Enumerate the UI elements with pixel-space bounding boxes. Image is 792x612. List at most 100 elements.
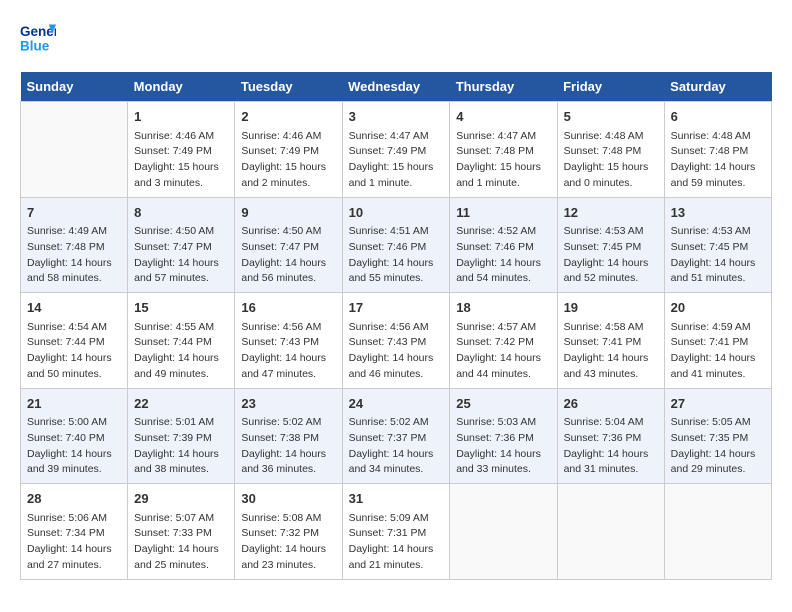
day-detail: Sunrise: 5:05 AMSunset: 7:35 PMDaylight:… xyxy=(671,415,765,478)
day-detail: Sunrise: 4:46 AMSunset: 7:49 PMDaylight:… xyxy=(134,129,228,192)
sunrise-text: Sunrise: 5:02 AM xyxy=(349,415,444,431)
sunset-text: Sunset: 7:35 PM xyxy=(671,431,765,447)
calendar-cell: 3Sunrise: 4:47 AMSunset: 7:49 PMDaylight… xyxy=(342,102,450,198)
sunrise-text: Sunrise: 5:02 AM xyxy=(241,415,335,431)
sunset-text: Sunset: 7:34 PM xyxy=(27,526,121,542)
sunset-text: Sunset: 7:32 PM xyxy=(241,526,335,542)
calendar-cell: 21Sunrise: 5:00 AMSunset: 7:40 PMDayligh… xyxy=(21,388,128,484)
day-number: 31 xyxy=(349,489,444,509)
day-number: 28 xyxy=(27,489,121,509)
calendar-cell: 16Sunrise: 4:56 AMSunset: 7:43 PMDayligh… xyxy=(235,293,342,389)
dow-header-thursday: Thursday xyxy=(450,72,557,102)
sunset-text: Sunset: 7:46 PM xyxy=(349,240,444,256)
daylight-text: Daylight: 15 hours and 1 minute. xyxy=(349,160,444,192)
daylight-text: Daylight: 14 hours and 49 minutes. xyxy=(134,351,228,383)
sunrise-text: Sunrise: 4:56 AM xyxy=(349,320,444,336)
calendar-cell xyxy=(557,484,664,580)
dow-header-monday: Monday xyxy=(128,72,235,102)
sunset-text: Sunset: 7:36 PM xyxy=(456,431,550,447)
sunrise-text: Sunrise: 5:06 AM xyxy=(27,511,121,527)
sunset-text: Sunset: 7:44 PM xyxy=(27,335,121,351)
calendar-cell: 7Sunrise: 4:49 AMSunset: 7:48 PMDaylight… xyxy=(21,197,128,293)
daylight-text: Daylight: 14 hours and 56 minutes. xyxy=(241,256,335,288)
sunrise-text: Sunrise: 4:47 AM xyxy=(456,129,550,145)
daylight-text: Daylight: 15 hours and 1 minute. xyxy=(456,160,550,192)
calendar-cell: 29Sunrise: 5:07 AMSunset: 7:33 PMDayligh… xyxy=(128,484,235,580)
sunrise-text: Sunrise: 4:58 AM xyxy=(564,320,658,336)
day-number: 26 xyxy=(564,394,658,414)
sunset-text: Sunset: 7:48 PM xyxy=(456,144,550,160)
daylight-text: Daylight: 14 hours and 57 minutes. xyxy=(134,256,228,288)
sunrise-text: Sunrise: 4:46 AM xyxy=(241,129,335,145)
day-detail: Sunrise: 5:08 AMSunset: 7:32 PMDaylight:… xyxy=(241,511,335,574)
sunrise-text: Sunrise: 4:54 AM xyxy=(27,320,121,336)
day-detail: Sunrise: 5:01 AMSunset: 7:39 PMDaylight:… xyxy=(134,415,228,478)
sunrise-text: Sunrise: 4:59 AM xyxy=(671,320,765,336)
day-detail: Sunrise: 4:48 AMSunset: 7:48 PMDaylight:… xyxy=(671,129,765,192)
calendar-cell: 5Sunrise: 4:48 AMSunset: 7:48 PMDaylight… xyxy=(557,102,664,198)
sunset-text: Sunset: 7:47 PM xyxy=(134,240,228,256)
sunrise-text: Sunrise: 4:53 AM xyxy=(671,224,765,240)
day-number: 10 xyxy=(349,203,444,223)
day-detail: Sunrise: 4:52 AMSunset: 7:46 PMDaylight:… xyxy=(456,224,550,287)
daylight-text: Daylight: 15 hours and 3 minutes. xyxy=(134,160,228,192)
day-detail: Sunrise: 5:00 AMSunset: 7:40 PMDaylight:… xyxy=(27,415,121,478)
sunrise-text: Sunrise: 5:04 AM xyxy=(564,415,658,431)
daylight-text: Daylight: 14 hours and 59 minutes. xyxy=(671,160,765,192)
day-detail: Sunrise: 5:06 AMSunset: 7:34 PMDaylight:… xyxy=(27,511,121,574)
day-detail: Sunrise: 4:56 AMSunset: 7:43 PMDaylight:… xyxy=(241,320,335,383)
calendar-cell: 18Sunrise: 4:57 AMSunset: 7:42 PMDayligh… xyxy=(450,293,557,389)
sunrise-text: Sunrise: 5:03 AM xyxy=(456,415,550,431)
calendar-cell: 19Sunrise: 4:58 AMSunset: 7:41 PMDayligh… xyxy=(557,293,664,389)
calendar-cell: 28Sunrise: 5:06 AMSunset: 7:34 PMDayligh… xyxy=(21,484,128,580)
sunset-text: Sunset: 7:45 PM xyxy=(564,240,658,256)
daylight-text: Daylight: 14 hours and 44 minutes. xyxy=(456,351,550,383)
sunset-text: Sunset: 7:44 PM xyxy=(134,335,228,351)
calendar-cell: 23Sunrise: 5:02 AMSunset: 7:38 PMDayligh… xyxy=(235,388,342,484)
sunrise-text: Sunrise: 4:56 AM xyxy=(241,320,335,336)
days-of-week-row: SundayMondayTuesdayWednesdayThursdayFrid… xyxy=(21,72,772,102)
day-detail: Sunrise: 4:46 AMSunset: 7:49 PMDaylight:… xyxy=(241,129,335,192)
day-number: 3 xyxy=(349,107,444,127)
daylight-text: Daylight: 15 hours and 0 minutes. xyxy=(564,160,658,192)
day-number: 18 xyxy=(456,298,550,318)
calendar-cell: 8Sunrise: 4:50 AMSunset: 7:47 PMDaylight… xyxy=(128,197,235,293)
day-detail: Sunrise: 4:55 AMSunset: 7:44 PMDaylight:… xyxy=(134,320,228,383)
calendar-cell: 12Sunrise: 4:53 AMSunset: 7:45 PMDayligh… xyxy=(557,197,664,293)
daylight-text: Daylight: 14 hours and 41 minutes. xyxy=(671,351,765,383)
day-number: 22 xyxy=(134,394,228,414)
daylight-text: Daylight: 14 hours and 47 minutes. xyxy=(241,351,335,383)
daylight-text: Daylight: 14 hours and 38 minutes. xyxy=(134,447,228,479)
sunset-text: Sunset: 7:41 PM xyxy=(671,335,765,351)
calendar-body: 1Sunrise: 4:46 AMSunset: 7:49 PMDaylight… xyxy=(21,102,772,580)
sunset-text: Sunset: 7:45 PM xyxy=(671,240,765,256)
calendar-cell: 24Sunrise: 5:02 AMSunset: 7:37 PMDayligh… xyxy=(342,388,450,484)
day-number: 9 xyxy=(241,203,335,223)
sunrise-text: Sunrise: 5:08 AM xyxy=(241,511,335,527)
day-detail: Sunrise: 5:07 AMSunset: 7:33 PMDaylight:… xyxy=(134,511,228,574)
sunrise-text: Sunrise: 5:05 AM xyxy=(671,415,765,431)
daylight-text: Daylight: 14 hours and 51 minutes. xyxy=(671,256,765,288)
calendar-week-1: 1Sunrise: 4:46 AMSunset: 7:49 PMDaylight… xyxy=(21,102,772,198)
sunset-text: Sunset: 7:37 PM xyxy=(349,431,444,447)
daylight-text: Daylight: 14 hours and 25 minutes. xyxy=(134,542,228,574)
calendar-cell: 26Sunrise: 5:04 AMSunset: 7:36 PMDayligh… xyxy=(557,388,664,484)
calendar-cell: 15Sunrise: 4:55 AMSunset: 7:44 PMDayligh… xyxy=(128,293,235,389)
sunset-text: Sunset: 7:31 PM xyxy=(349,526,444,542)
sunrise-text: Sunrise: 4:50 AM xyxy=(241,224,335,240)
sunrise-text: Sunrise: 4:52 AM xyxy=(456,224,550,240)
sunset-text: Sunset: 7:46 PM xyxy=(456,240,550,256)
day-number: 6 xyxy=(671,107,765,127)
day-number: 12 xyxy=(564,203,658,223)
calendar-cell xyxy=(21,102,128,198)
calendar-cell: 25Sunrise: 5:03 AMSunset: 7:36 PMDayligh… xyxy=(450,388,557,484)
page-header: General Blue xyxy=(20,20,772,56)
daylight-text: Daylight: 14 hours and 54 minutes. xyxy=(456,256,550,288)
day-detail: Sunrise: 4:57 AMSunset: 7:42 PMDaylight:… xyxy=(456,320,550,383)
day-number: 8 xyxy=(134,203,228,223)
calendar-cell: 11Sunrise: 4:52 AMSunset: 7:46 PMDayligh… xyxy=(450,197,557,293)
daylight-text: Daylight: 15 hours and 2 minutes. xyxy=(241,160,335,192)
day-detail: Sunrise: 4:49 AMSunset: 7:48 PMDaylight:… xyxy=(27,224,121,287)
day-number: 14 xyxy=(27,298,121,318)
calendar-week-4: 21Sunrise: 5:00 AMSunset: 7:40 PMDayligh… xyxy=(21,388,772,484)
